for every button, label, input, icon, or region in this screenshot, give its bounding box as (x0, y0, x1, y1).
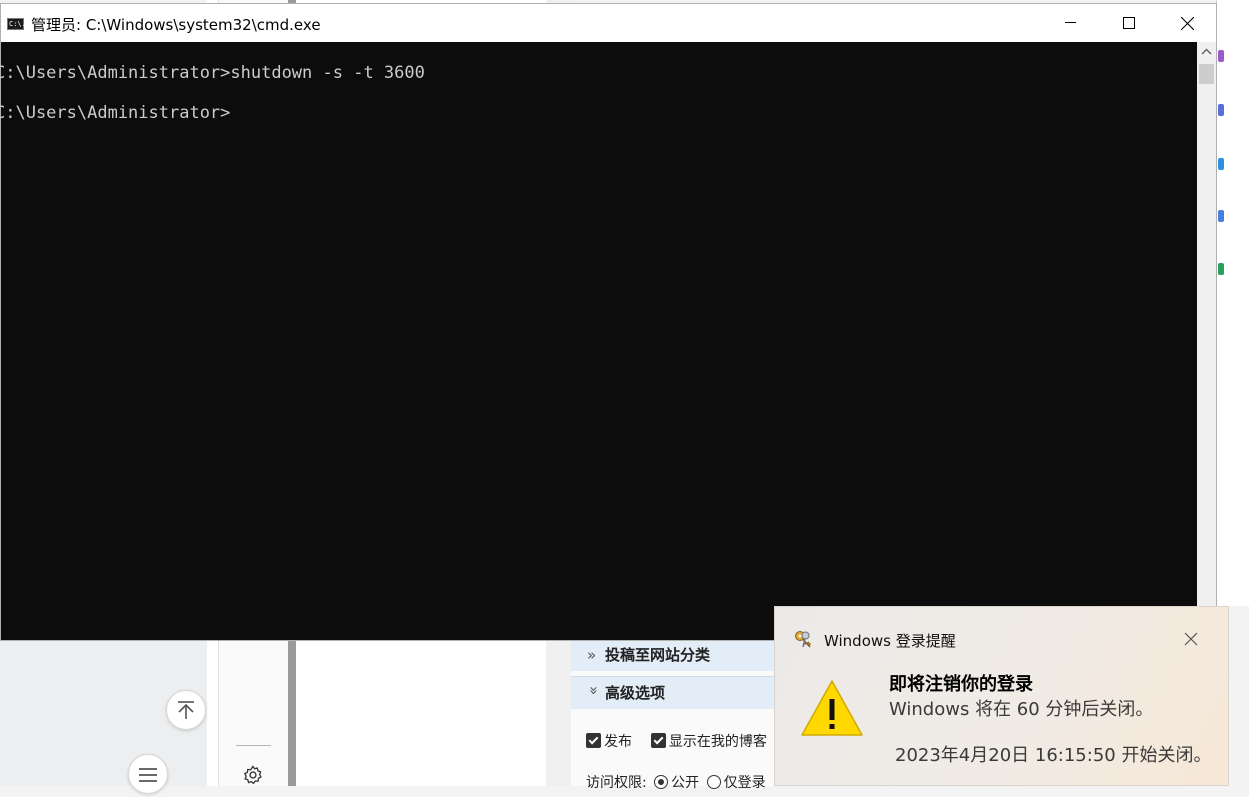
scrollbar-thumb[interactable] (1199, 64, 1214, 84)
access-public-radio[interactable] (654, 775, 669, 789)
minimize-button[interactable] (1042, 4, 1100, 42)
maximize-icon (1123, 17, 1135, 29)
show-in-blog-label: 显示在我的博客 (668, 734, 767, 750)
advanced-section-label: 高级选项 (605, 684, 666, 702)
edge-app-icon[interactable] (1218, 210, 1224, 222)
publish-options-row: 发布 显示在我的博客 (586, 731, 767, 751)
category-section-label: 投稿至网站分类 (605, 646, 711, 664)
gear-icon[interactable] (242, 764, 264, 786)
cmd-window[interactable]: C:\. 管理员: C:\Windows\system32\cmd.exe C:… (0, 3, 1217, 641)
publish-checkbox[interactable] (586, 733, 601, 748)
chevron-double-right-icon: » (587, 646, 597, 664)
edge-app-icon[interactable] (1218, 104, 1224, 116)
access-label: 访问权限: (586, 775, 647, 791)
back-to-top-button[interactable] (166, 690, 206, 730)
publish-label: 发布 (604, 734, 632, 750)
access-row: 访问权限: 公开 仅登录 (586, 772, 766, 792)
back-to-top-icon (178, 701, 194, 719)
warning-icon (801, 680, 863, 736)
toast-body: Windows 将在 60 分钟后关闭。 (889, 699, 1154, 720)
cmd-icon: C:\. (7, 18, 26, 30)
advanced-section-header[interactable]: » 高级选项 (571, 676, 781, 709)
list-icon (139, 768, 157, 782)
list-button[interactable] (128, 754, 168, 794)
close-icon[interactable] (1184, 632, 1198, 646)
close-icon (1181, 17, 1194, 30)
console-output[interactable]: C:\Users\Administrator>shutdown -s -t 36… (0, 42, 1197, 640)
access-login-radio[interactable] (706, 775, 721, 789)
background-right-edge (1216, 0, 1249, 606)
edge-app-icon[interactable] (1218, 263, 1224, 275)
console-line-command: C:\Users\Administrator>shutdown -s -t 36… (0, 63, 425, 83)
minimize-icon (1065, 22, 1076, 23)
window-title: 管理员: C:\Windows\system32\cmd.exe (31, 16, 321, 34)
toast-app-name: Windows 登录提醒 (824, 632, 956, 650)
category-section-header[interactable]: » 投稿至网站分类 (571, 638, 781, 671)
access-public-label: 公开 (671, 775, 700, 791)
show-in-blog-checkbox[interactable] (650, 733, 666, 748)
edge-app-icon[interactable] (1218, 158, 1224, 170)
cmd-titlebar[interactable]: C:\. 管理员: C:\Windows\system32\cmd.exe (1, 4, 1216, 42)
close-button[interactable] (1158, 4, 1216, 42)
tool-strip-divider (236, 745, 271, 746)
access-login-label: 仅登录 (723, 775, 766, 791)
toast-heading: 即将注销你的登录 (889, 674, 1033, 695)
console-line-prompt: C:\Users\Administrator> (0, 103, 231, 123)
chevron-double-down-icon: » (585, 686, 603, 696)
edge-app-icon[interactable] (1218, 50, 1224, 62)
maximize-button[interactable] (1100, 4, 1158, 42)
vertical-scrollbar[interactable] (1197, 42, 1216, 640)
toast-time: 2023年4月20日 16:15:50 开始关闭。 (895, 745, 1212, 766)
keys-icon (795, 631, 812, 648)
toast-notification[interactable]: Windows 登录提醒 即将注销你的登录 Windows 将在 60 分钟后关… (774, 606, 1229, 786)
scroll-up-arrow-icon[interactable] (1197, 42, 1216, 62)
